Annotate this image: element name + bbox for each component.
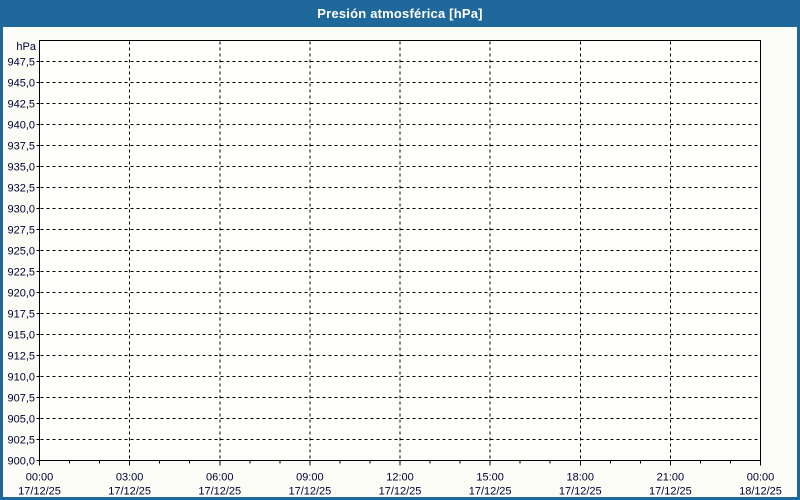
x-time-label: 00:00	[26, 472, 54, 484]
y-tick-label: 942,5	[7, 99, 35, 111]
y-tick-label: 922,5	[7, 267, 35, 279]
y-tick-label: 925,0	[7, 246, 35, 258]
x-time-label: 09:00	[296, 472, 324, 484]
y-tick-label: 917,5	[7, 309, 35, 321]
y-tick-label: 930,0	[7, 204, 35, 216]
x-date-label: 17/12/25	[288, 486, 331, 498]
y-tick-label: 907,5	[7, 393, 35, 405]
y-tick-label: 937,5	[7, 141, 35, 153]
title-bar: Presión atmosférica [hPa]	[3, 0, 797, 27]
y-tick-label: 935,0	[7, 162, 35, 174]
y-axis-unit-label: hPa	[16, 41, 36, 53]
pressure-chart: 947,5 945,0 942,5 940,0 937,5 935,0 932,5 930,0…	[7, 40, 782, 498]
x-date-label: 17/12/25	[559, 486, 602, 498]
y-tick-label: 902,5	[7, 435, 35, 447]
y-tick-label: 940,0	[7, 120, 35, 132]
x-date-label: 17/12/25	[198, 486, 241, 498]
x-time-label: 15:00	[476, 472, 504, 484]
chart-title: Presión atmosférica [hPa]	[317, 6, 483, 21]
x-time-label: 12:00	[386, 472, 414, 484]
y-tick-label: 947,5	[7, 57, 35, 69]
y-tick-label: 900,0	[7, 456, 35, 468]
y-tick-label: 905,0	[7, 414, 35, 426]
y-tick-label: 927,5	[7, 225, 35, 237]
y-tick-label: 915,0	[7, 330, 35, 342]
x-date-label: 17/12/25	[108, 486, 151, 498]
x-date-label: 17/12/25	[469, 486, 512, 498]
x-time-label: 00:00	[747, 472, 775, 484]
y-tick-label: 912,5	[7, 351, 35, 363]
x-time-label: 18:00	[566, 472, 594, 484]
x-time-label: 06:00	[206, 472, 234, 484]
x-date-label: 17/12/25	[379, 486, 422, 498]
y-tick-label: 945,0	[7, 78, 35, 90]
y-tick-label: 932,5	[7, 183, 35, 195]
x-date-label: 17/12/25	[18, 486, 61, 498]
y-tick-label: 910,0	[7, 372, 35, 384]
x-time-label: 21:00	[657, 472, 685, 484]
chart-window: 947,5 945,0 942,5 940,0 937,5 935,0 932,5 930,0…	[0, 0, 800, 500]
x-time-label: 03:00	[116, 472, 144, 484]
y-tick-label: 920,0	[7, 288, 35, 300]
x-date-label: 18/12/25	[739, 486, 782, 498]
x-date-label: 17/12/25	[649, 486, 692, 498]
